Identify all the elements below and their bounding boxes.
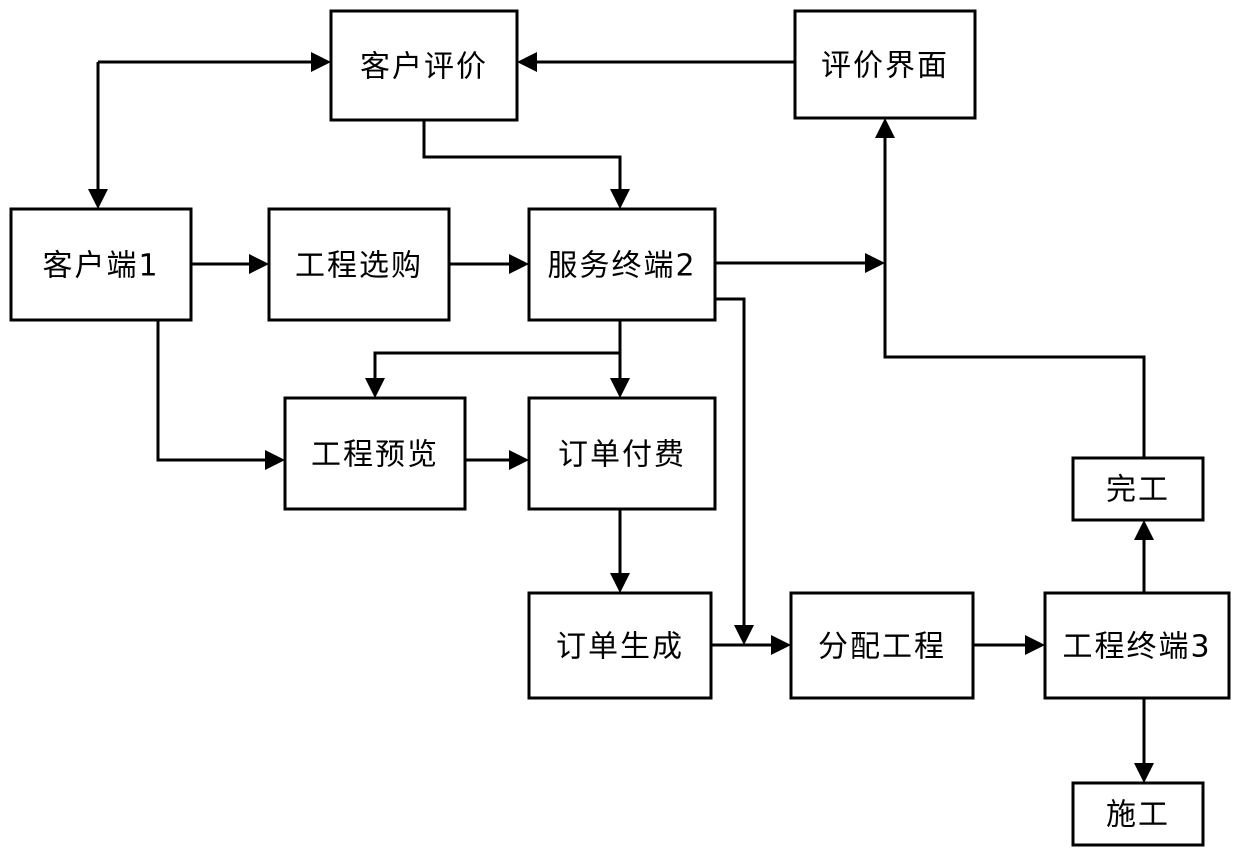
node-service-terminal-2[interactable]: 服务终端2 (527, 207, 717, 322)
arrowhead-order-payment-top (610, 378, 630, 398)
edge-service-terminal-2-to-assign-project (715, 297, 746, 627)
node-review-interface[interactable]: 评价界面 (793, 9, 977, 120)
node-client-1[interactable]: 客户端1 (9, 207, 193, 322)
arrowhead-assign-project-feed (734, 625, 754, 645)
node-customer-review[interactable]: 客户评价 (329, 9, 519, 122)
node-order-payment-label: 订单付费 (558, 438, 686, 473)
arrowhead-review-interface-bottom (875, 118, 895, 138)
node-order-generation-label: 订单生成 (556, 630, 684, 665)
arrowhead-service-terminal-2-left (509, 254, 529, 274)
edge-customer-review-to-service-terminal-2 (422, 120, 622, 201)
arrowhead-project-preview-left (265, 450, 285, 470)
node-layer: 客户评价 评价界面 客户端1 工程选购 服务终端2 工程预览 订单付费 订单生成… (9, 9, 1231, 847)
arrowhead-client-1-top (88, 189, 108, 209)
arrowhead-project-selection-left (249, 254, 269, 274)
arrowhead-customer-review-right (517, 52, 537, 72)
flowchart-canvas: 客户评价 评价界面 客户端1 工程选购 服务终端2 工程预览 订单付费 订单生成… (0, 0, 1240, 848)
node-assign-project[interactable]: 分配工程 (789, 591, 975, 700)
arrowhead-review-riser-join (865, 253, 885, 273)
node-customer-review-label: 客户评价 (360, 50, 488, 85)
arrowhead-construction-top (1134, 763, 1154, 783)
node-client-1-label: 客户端1 (42, 249, 159, 284)
node-completion[interactable]: 完工 (1071, 456, 1205, 522)
node-completion-label: 完工 (1106, 473, 1170, 508)
node-assign-project-label: 分配工程 (818, 630, 946, 665)
node-service-terminal-2-label: 服务终端2 (547, 249, 696, 284)
node-project-selection[interactable]: 工程选购 (267, 207, 451, 322)
edge-service-terminal-2-to-project-preview (373, 320, 622, 390)
node-project-preview-label: 工程预览 (311, 438, 439, 473)
node-construction-label: 施工 (1106, 798, 1170, 833)
node-project-preview[interactable]: 工程预览 (283, 396, 467, 511)
arrowhead-project-terminal-3-left (1025, 635, 1045, 655)
node-project-selection-label: 工程选购 (295, 249, 423, 284)
arrowhead-service-terminal-2-top (610, 189, 630, 209)
edge-client-1-to-project-preview (156, 320, 277, 462)
edge-completion-to-riser (883, 126, 1146, 458)
arrowhead-customer-review-left (311, 52, 331, 72)
flowchart-svg: 客户评价 评价界面 客户端1 工程选购 服务终端2 工程预览 订单付费 订单生成… (9, 9, 1231, 847)
node-project-terminal-3-label: 工程终端3 (1062, 630, 1211, 665)
node-review-interface-label: 评价界面 (821, 49, 949, 84)
arrowhead-completion-bottom (1134, 520, 1154, 540)
arrowhead-order-payment-left (509, 450, 529, 470)
arrowhead-assign-project-left (771, 635, 791, 655)
node-order-payment[interactable]: 订单付费 (527, 396, 717, 511)
arrowhead-order-generation-top (610, 573, 630, 593)
node-construction[interactable]: 施工 (1071, 781, 1205, 847)
arrowhead-project-preview-top (365, 378, 385, 398)
node-project-terminal-3[interactable]: 工程终端3 (1043, 591, 1231, 700)
node-order-generation[interactable]: 订单生成 (527, 591, 713, 700)
